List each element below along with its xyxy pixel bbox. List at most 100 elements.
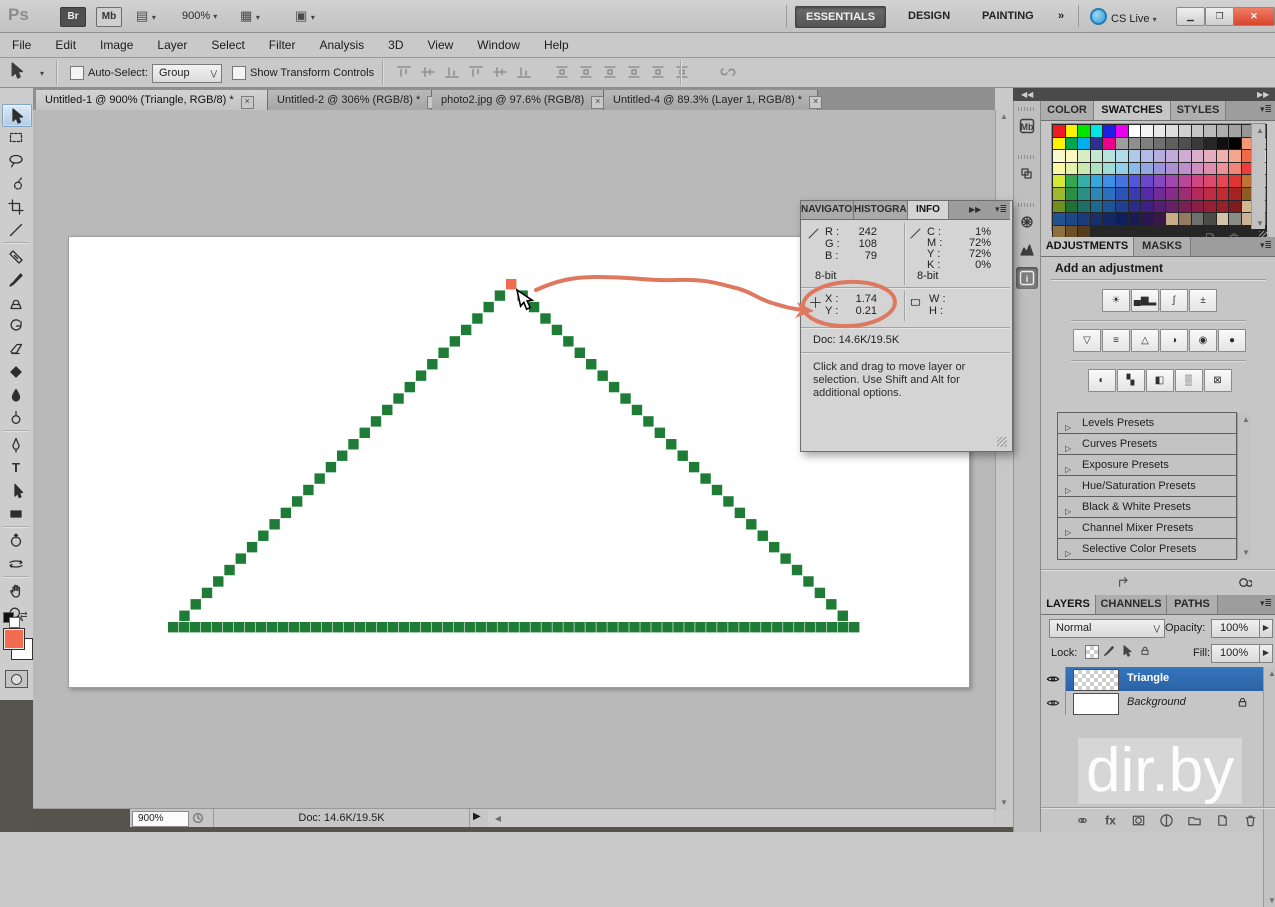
color-swatch[interactable] xyxy=(1078,213,1090,225)
color-swatch[interactable] xyxy=(1141,150,1153,162)
workspace-essentials[interactable]: ESSENTIALS xyxy=(795,6,886,28)
layer-name[interactable]: Background xyxy=(1127,696,1186,708)
preset-hue-saturation-presets[interactable]: ▷Hue/Saturation Presets xyxy=(1057,475,1237,497)
scroll-down-icon[interactable]: ▼ xyxy=(1252,219,1268,228)
link-layers-button[interactable] xyxy=(1075,813,1090,833)
brush-tool[interactable] xyxy=(2,269,30,290)
color-swatch[interactable] xyxy=(1217,125,1229,137)
color-swatch[interactable] xyxy=(1141,138,1153,150)
tab-close-icon[interactable]: × xyxy=(809,96,822,109)
color-swatch[interactable] xyxy=(1066,188,1078,200)
color-swatch[interactable] xyxy=(1217,150,1229,162)
color-swatch[interactable] xyxy=(1116,201,1128,213)
collapse-right-icon[interactable]: ▶▶ xyxy=(1257,88,1269,101)
gradient-map-icon[interactable]: ▒ xyxy=(1175,369,1203,392)
scroll-up-icon[interactable]: ▲ xyxy=(996,112,1012,121)
color-swatch[interactable] xyxy=(1053,138,1065,150)
color-swatch[interactable] xyxy=(1053,125,1065,137)
color-swatch[interactable] xyxy=(1154,175,1166,187)
color-swatch[interactable] xyxy=(1129,163,1141,175)
color-swatch[interactable] xyxy=(1078,125,1090,137)
layer-visibility-icon[interactable] xyxy=(1041,691,1066,715)
arrange-documents-icon[interactable]: ▦ ▾ xyxy=(240,8,260,26)
color-swatch[interactable] xyxy=(1116,163,1128,175)
tab-navigator[interactable]: NAVIGATOR xyxy=(801,201,854,219)
color-swatch[interactable] xyxy=(1103,213,1115,225)
preset-exposure-presets[interactable]: ▷Exposure Presets xyxy=(1057,454,1237,476)
scroll-down-icon[interactable]: ▼ xyxy=(1264,896,1275,905)
minimize-button[interactable]: ▁ xyxy=(1176,7,1205,26)
presets-scrollbar[interactable]: ▲ ▼ xyxy=(1237,413,1251,559)
color-swatch[interactable] xyxy=(1204,138,1216,150)
menu-window[interactable]: Window xyxy=(465,38,532,52)
foreground-color-swatch[interactable] xyxy=(3,628,25,650)
color-swatch[interactable] xyxy=(1217,201,1229,213)
color-swatch[interactable] xyxy=(1166,213,1178,225)
color-swatch[interactable] xyxy=(1192,163,1204,175)
layer-row-triangle[interactable]: Triangle xyxy=(1041,667,1263,691)
preset-levels-presets[interactable]: ▷Levels Presets xyxy=(1057,412,1237,434)
document-tab-1[interactable]: Untitled-1 @ 900% (Triangle, RGB/8) *× xyxy=(36,90,268,110)
color-swatch[interactable] xyxy=(1141,125,1153,137)
auto-select-dropdown[interactable]: Group⋁ xyxy=(152,64,222,83)
color-swatch[interactable] xyxy=(1078,138,1090,150)
eraser-tool[interactable] xyxy=(2,338,30,359)
posterize-icon[interactable]: ▚ xyxy=(1117,369,1145,392)
tab-histogram[interactable]: HISTOGRAM xyxy=(854,201,908,219)
crop-tool[interactable] xyxy=(2,196,30,217)
distribute-left-edges-icon[interactable] xyxy=(626,64,644,81)
color-swatch[interactable] xyxy=(1229,150,1241,162)
color-swatch[interactable] xyxy=(1192,150,1204,162)
horizontal-scrollbar[interactable]: ◀ xyxy=(488,810,993,827)
color-swatch[interactable] xyxy=(1116,175,1128,187)
color-swatch[interactable] xyxy=(1154,201,1166,213)
view-extras-icon[interactable]: ▤ ▾ xyxy=(136,8,156,26)
resize-grip[interactable] xyxy=(997,437,1007,447)
move-tool[interactable] xyxy=(2,104,32,127)
color-swatch[interactable] xyxy=(1204,163,1216,175)
layer-thumbnail[interactable] xyxy=(1073,693,1119,715)
tool-preset-caret[interactable]: ▾ xyxy=(40,69,44,78)
path-select-tool[interactable] xyxy=(2,480,30,501)
layer-row-background[interactable]: Background xyxy=(1041,691,1263,715)
menu-layer[interactable]: Layer xyxy=(145,38,199,52)
color-swatch[interactable] xyxy=(1179,138,1191,150)
panel-menu-icon[interactable]: ▾≣ xyxy=(1260,240,1272,251)
color-swatch[interactable] xyxy=(1066,201,1078,213)
new-layer-button[interactable] xyxy=(1215,813,1230,833)
color-swatch[interactable] xyxy=(1141,201,1153,213)
tab-info[interactable]: INFO xyxy=(908,201,949,219)
color-swatch[interactable] xyxy=(1154,138,1166,150)
tab-channels[interactable]: CHANNELS xyxy=(1096,595,1167,614)
color-swatch[interactable] xyxy=(1192,125,1204,137)
menu-analysis[interactable]: Analysis xyxy=(307,38,376,52)
color-swatch[interactable] xyxy=(1053,175,1065,187)
color-swatch[interactable] xyxy=(1166,163,1178,175)
scroll-up-icon[interactable]: ▲ xyxy=(1252,126,1268,135)
hand-tool[interactable] xyxy=(2,580,30,601)
color-swatch[interactable] xyxy=(1129,138,1141,150)
layer-style-button[interactable]: fx xyxy=(1103,813,1118,833)
color-swatch[interactable] xyxy=(1066,175,1078,187)
dodge-tool[interactable] xyxy=(2,407,30,428)
color-swatch[interactable] xyxy=(1229,125,1241,137)
quick-select-tool[interactable] xyxy=(2,173,30,194)
color-swatch[interactable] xyxy=(1129,125,1141,137)
align-right-edges-icon[interactable] xyxy=(516,64,534,81)
color-swatch[interactable] xyxy=(1103,201,1115,213)
color-swatch[interactable] xyxy=(1154,150,1166,162)
gradient-tool[interactable] xyxy=(2,361,30,382)
color-swatch[interactable] xyxy=(1129,213,1141,225)
hue-saturation-icon[interactable]: ≡ xyxy=(1102,329,1130,352)
tab-color[interactable]: COLOR xyxy=(1041,101,1094,120)
color-swatch[interactable] xyxy=(1091,125,1103,137)
align-bottom-edges-icon[interactable] xyxy=(444,64,462,81)
menu-edit[interactable]: Edit xyxy=(43,38,88,52)
scroll-down-icon[interactable]: ▼ xyxy=(1238,548,1254,557)
new-adjustment-layer-button[interactable] xyxy=(1159,813,1174,833)
color-swatch[interactable] xyxy=(1053,226,1065,238)
color-swatch[interactable] xyxy=(1103,163,1115,175)
color-swatch[interactable] xyxy=(1078,163,1090,175)
color-swatch[interactable] xyxy=(1091,175,1103,187)
color-swatch[interactable] xyxy=(1066,125,1078,137)
